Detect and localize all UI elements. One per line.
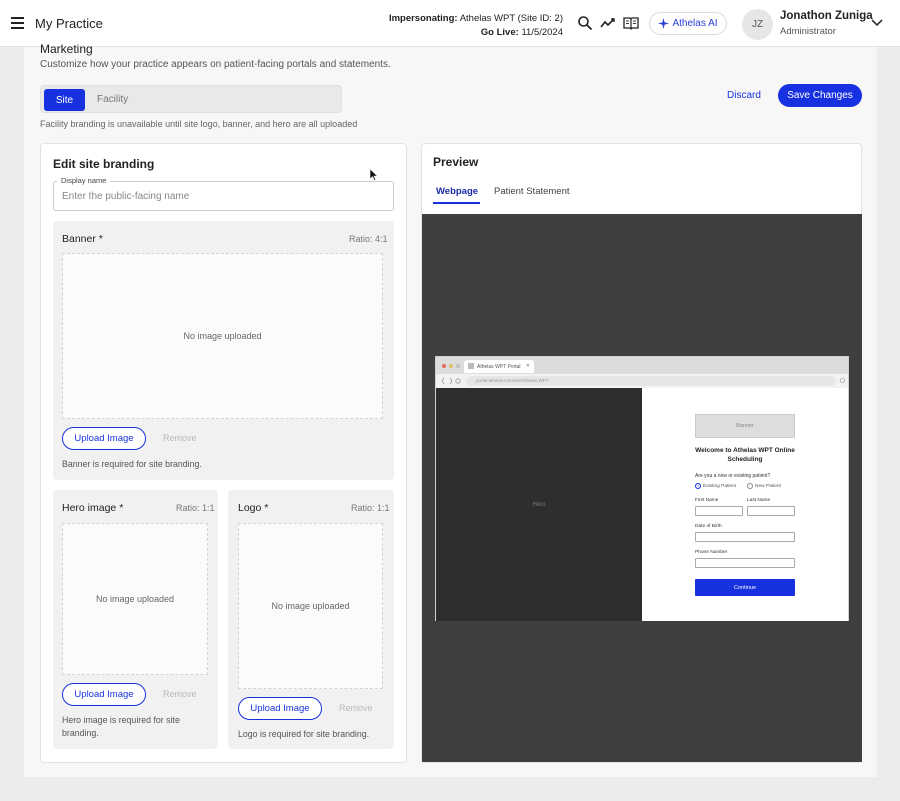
- impersonation-info: Impersonating: Athelas WPT (Site ID: 2) …: [389, 12, 563, 40]
- save-changes-button[interactable]: Save Changes: [778, 84, 862, 107]
- logo-note: Logo is required for site branding.: [238, 729, 370, 739]
- banner-note: Banner is required for site branding.: [62, 459, 202, 469]
- tab-patient-statement[interactable]: Patient Statement: [494, 186, 570, 197]
- preview-title: Preview: [433, 155, 479, 169]
- user-name: Jonathon Zuniga: [780, 10, 873, 22]
- banner-upload-button[interactable]: Upload Image: [62, 427, 146, 450]
- discard-button[interactable]: Discard: [727, 90, 761, 101]
- mouse-cursor-icon: [370, 169, 378, 181]
- section-subtitle: Customize how your practice appears on p…: [40, 59, 391, 70]
- banner-empty-text: No image uploaded: [183, 331, 262, 341]
- favicon-icon: [468, 363, 474, 369]
- athelas-ai-button[interactable]: Athelas AI: [649, 12, 727, 35]
- close-dot-icon: [442, 364, 446, 368]
- section-title: Marketing: [40, 42, 93, 56]
- hero-ratio: Ratio: 1:1: [176, 503, 215, 513]
- chevron-down-icon[interactable]: [871, 18, 883, 28]
- banner-dropzone[interactable]: No image uploaded: [62, 253, 383, 419]
- display-name-placeholder: Enter the public-facing name: [62, 191, 190, 202]
- hero-upload-button[interactable]: Upload Image: [62, 683, 146, 706]
- dob-label: Date of Birth: [695, 524, 722, 529]
- display-name-label: Display name: [57, 176, 111, 185]
- preview-banner: Banner: [695, 414, 795, 438]
- hero-note: Hero image is required for site branding…: [62, 715, 180, 738]
- browser-tab-strip: Athelas WPT Portal ✕: [436, 357, 848, 374]
- edit-branding-title: Edit site branding: [53, 157, 155, 171]
- book-icon[interactable]: [623, 15, 639, 31]
- impersonating-label: Impersonating:: [388, 13, 458, 24]
- segment-site[interactable]: Site: [44, 89, 85, 111]
- facility-note: Facility branding is unavailable until s…: [40, 119, 358, 129]
- browser-menu-icon: [839, 377, 846, 384]
- browser-url-row: portal.athelas.com/site/Athelas WPT: [436, 374, 848, 388]
- browser-tab: Athelas WPT Portal ✕: [464, 360, 534, 373]
- radio-new: New Patient: [747, 483, 781, 489]
- last-name-input: [747, 506, 795, 516]
- browser-mockup: Athelas WPT Portal ✕ portal.athelas.com/…: [435, 356, 849, 621]
- first-name-input: [695, 506, 743, 516]
- last-name-label: Last Name: [747, 498, 771, 503]
- preview-form: Banner Welcome to Athelas WPT Online Sch…: [642, 388, 848, 621]
- banner-title: Banner *: [62, 233, 103, 245]
- active-tab-indicator: [433, 202, 480, 204]
- dob-input: [695, 532, 795, 542]
- logo-dropzone[interactable]: No image uploaded: [238, 523, 383, 689]
- segment-facility[interactable]: Facility: [97, 94, 128, 105]
- menu-icon[interactable]: [11, 17, 24, 29]
- branding-scope-toggle: Site Facility: [40, 85, 342, 113]
- hero-empty-text: No image uploaded: [95, 594, 175, 604]
- tab-webpage[interactable]: Webpage: [436, 186, 478, 197]
- impersonating-value: Athelas WPT (Site ID: 2): [459, 13, 563, 24]
- search-icon[interactable]: [577, 15, 593, 31]
- preview-hero: Hero: [436, 388, 642, 621]
- preview-welcome: Welcome to Athelas WPT Online Scheduling: [695, 447, 795, 463]
- browser-url-bar: portal.athelas.com/site/Athelas WPT: [466, 376, 836, 386]
- app-title: My Practice: [35, 16, 103, 31]
- phone-label: Phone Number: [695, 550, 728, 555]
- banner-ratio: Ratio: 4:1: [349, 234, 388, 244]
- preview-question: Are you a new or existing patient?: [695, 473, 771, 479]
- user-role: Administrator: [780, 26, 836, 37]
- browser-tab-title: Athelas WPT Portal: [477, 363, 521, 370]
- golive-value: 11/5/2024: [521, 27, 563, 38]
- maximize-dot-icon: [456, 364, 460, 368]
- first-name-label: First Name: [695, 498, 719, 503]
- top-bar: My Practice Impersonating: Athelas WPT (…: [0, 0, 900, 47]
- trend-icon[interactable]: [600, 15, 616, 31]
- radio-new-label: New Patient: [755, 483, 781, 489]
- phone-input: [695, 558, 795, 568]
- logo-title: Logo *: [238, 502, 269, 514]
- logo-remove-button[interactable]: Remove: [339, 703, 373, 713]
- logo-ratio: Ratio: 1:1: [351, 503, 390, 513]
- nav-arrows-icon: [441, 377, 461, 385]
- radio-existing: Existing Patient: [695, 483, 736, 489]
- golive-label: Go Live:: [480, 27, 519, 38]
- hero-title: Hero image *: [62, 502, 124, 514]
- minimize-dot-icon: [449, 364, 453, 368]
- hero-dropzone[interactable]: No image uploaded: [62, 523, 208, 675]
- preview-continue-button: Continue: [695, 579, 795, 596]
- athelas-ai-label: Athelas AI: [672, 18, 718, 29]
- display-name-field[interactable]: Enter the public-facing name: [53, 181, 394, 211]
- avatar[interactable]: JZ: [742, 9, 773, 40]
- tab-close-icon: ✕: [525, 363, 530, 369]
- sparkle-icon: [658, 18, 670, 29]
- banner-remove-button[interactable]: Remove: [163, 433, 197, 443]
- radio-existing-label: Existing Patient: [703, 483, 737, 489]
- hero-remove-button[interactable]: Remove: [163, 689, 197, 699]
- logo-empty-text: No image uploaded: [271, 601, 350, 611]
- logo-upload-button[interactable]: Upload Image: [238, 697, 322, 720]
